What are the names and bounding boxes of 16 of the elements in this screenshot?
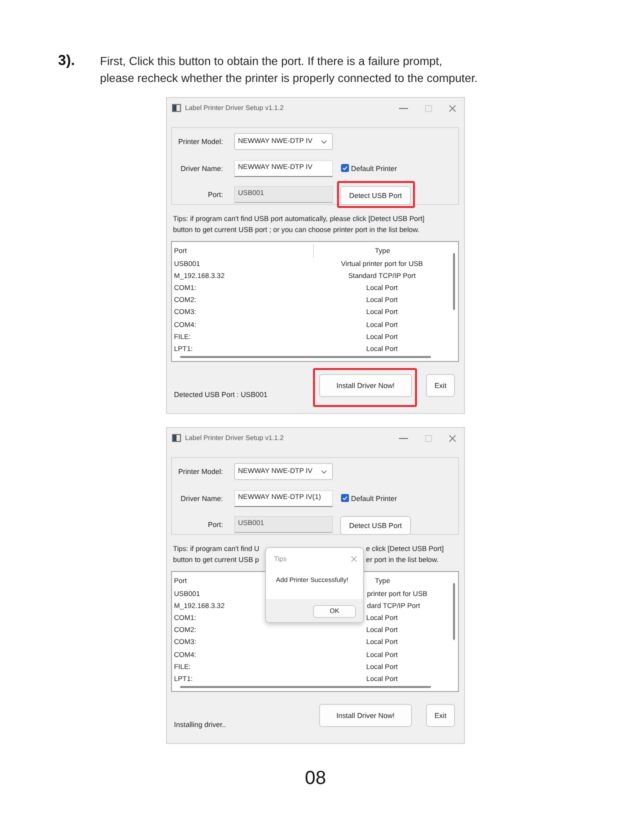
close-icon[interactable] [351, 556, 357, 562]
vertical-scrollbar[interactable] [453, 583, 454, 640]
app-icon [172, 104, 181, 112]
page-number: 08 [304, 768, 326, 790]
vertical-scrollbar[interactable] [453, 253, 454, 310]
checkbox[interactable] [341, 494, 349, 502]
horizontal-scrollbar[interactable] [180, 686, 431, 688]
step-number: 3). [58, 53, 76, 70]
app-icon [172, 434, 181, 442]
caret-icon [321, 470, 327, 474]
horizontal-scrollbar[interactable] [180, 356, 431, 358]
checkbox[interactable] [341, 164, 349, 172]
instruction-text: First, Click this button to obtain the port. If there is a failure prompt, please recheck whether the printer is properly connected to the computer. [100, 54, 478, 87]
caret-icon [321, 140, 327, 144]
close-icon[interactable] [449, 104, 456, 112]
close-icon[interactable] [449, 434, 456, 442]
